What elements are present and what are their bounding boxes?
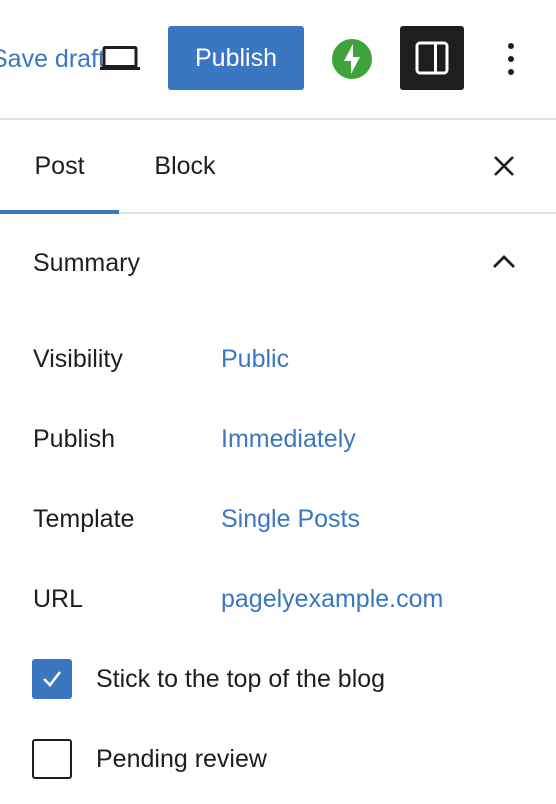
summary-panel-toggle[interactable]: Summary	[0, 214, 556, 310]
template-row: Template Single Posts	[0, 499, 556, 539]
tab-post[interactable]: Post	[0, 120, 119, 214]
checkmark-icon	[43, 671, 62, 687]
publish-date-link[interactable]: Immediately	[221, 424, 356, 454]
laptop-icon[interactable]	[100, 46, 140, 72]
visibility-value-link[interactable]: Public	[221, 344, 289, 374]
template-label: Template	[33, 505, 135, 533]
pending-review-label[interactable]: Pending review	[96, 744, 267, 774]
sticky-checkbox[interactable]	[32, 659, 72, 699]
pending-review-checkbox[interactable]	[32, 739, 72, 779]
sidebar-panel-icon	[415, 41, 449, 75]
url-row: URL pagelyexample.com	[0, 579, 556, 619]
close-icon	[494, 156, 514, 176]
url-value-link[interactable]: pagelyexample.com	[221, 584, 443, 614]
sticky-checkbox-label[interactable]: Stick to the top of the blog	[96, 664, 385, 694]
chevron-up-icon	[490, 248, 518, 276]
pending-review-row: Pending review	[0, 739, 556, 781]
publish-row: Publish Immediately	[0, 419, 556, 459]
panel-title: Summary	[33, 249, 140, 277]
publish-button[interactable]: Publish	[168, 26, 304, 90]
visibility-row: Visibility Public	[0, 339, 556, 379]
settings-sidebar-toggle[interactable]	[400, 26, 464, 90]
url-label: URL	[33, 585, 84, 613]
template-value-link[interactable]: Single Posts	[221, 504, 360, 534]
jetpack-bolt-icon-svg	[332, 39, 372, 79]
editor-header-toolbar: Save draft Publish	[0, 0, 556, 120]
tab-block[interactable]: Block	[119, 120, 251, 212]
sidebar-tabs: Post Block	[0, 120, 556, 214]
more-options-button[interactable]	[496, 38, 526, 80]
publish-label: Publish	[33, 425, 115, 453]
more-vertical-icon	[508, 43, 514, 75]
sticky-checkbox-row: Stick to the top of the blog	[0, 659, 556, 701]
visibility-label: Visibility	[33, 345, 123, 373]
jetpack-bolt-icon[interactable]	[331, 38, 373, 80]
save-draft-button[interactable]: Save draft	[0, 44, 105, 74]
laptop-icon-svg	[100, 46, 140, 70]
close-sidebar-button[interactable]	[484, 146, 524, 186]
